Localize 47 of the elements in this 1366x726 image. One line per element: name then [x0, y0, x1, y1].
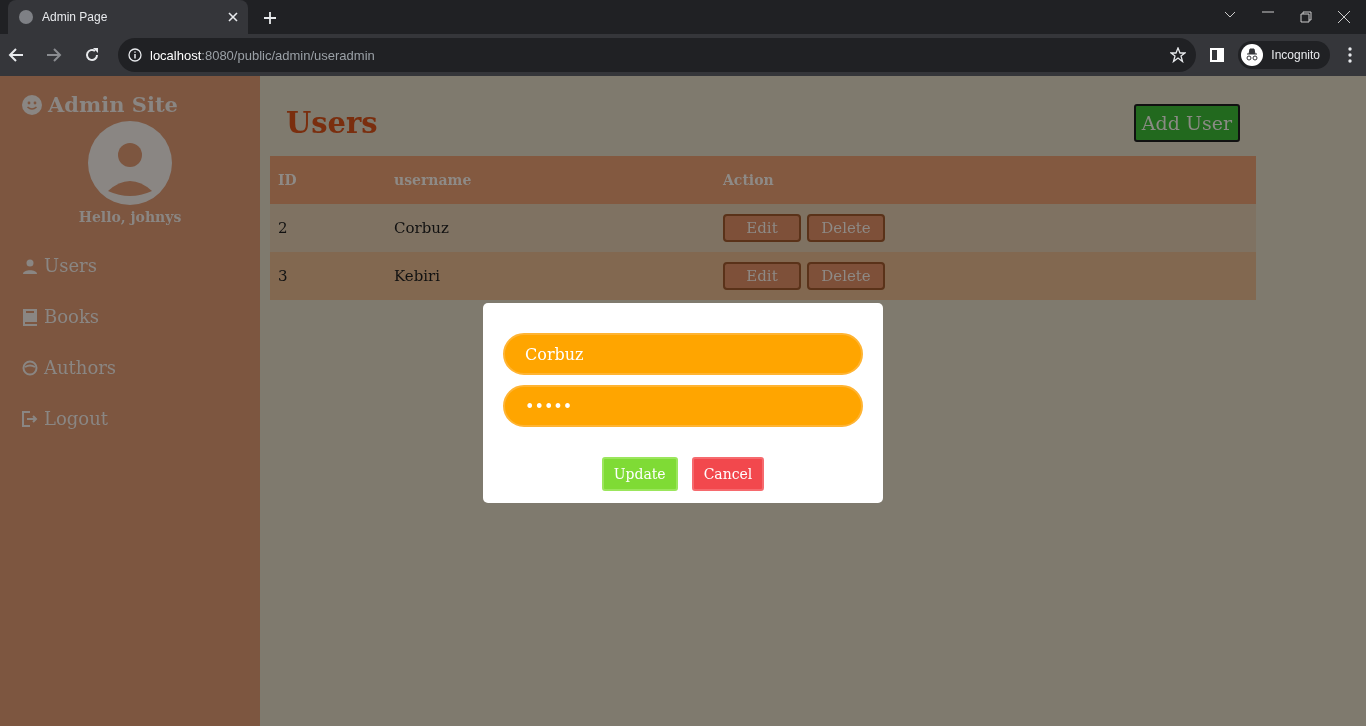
info-icon — [128, 48, 142, 62]
avatar-icon — [88, 121, 172, 205]
book-icon — [22, 307, 38, 326]
cancel-button[interactable]: Cancel — [691, 457, 765, 491]
person-icon — [22, 257, 38, 274]
column-header: ID — [270, 156, 386, 204]
nav-link[interactable]: Books — [44, 306, 100, 327]
menu-icon[interactable] — [1348, 47, 1352, 63]
nav-link[interactable]: Authors — [44, 357, 117, 378]
browser-tab[interactable]: Admin Page — [8, 0, 248, 34]
close-icon[interactable] — [228, 12, 238, 22]
chevron-down-icon[interactable] — [1224, 11, 1236, 19]
delete-button[interactable]: Delete — [807, 214, 885, 242]
update-button[interactable]: Update — [601, 457, 678, 491]
profile-button[interactable]: Incognito — [1238, 41, 1330, 69]
reload-icon[interactable] — [84, 47, 100, 63]
edit-button[interactable]: Edit — [723, 214, 801, 242]
table-cell: 3 — [270, 252, 386, 300]
forward-arrow-icon[interactable] — [46, 47, 62, 63]
delete-button[interactable]: Delete — [807, 262, 885, 290]
logout-icon — [22, 410, 38, 427]
incognito-icon — [1241, 44, 1264, 66]
restore-icon[interactable] — [1300, 11, 1312, 23]
close-window-icon[interactable] — [1338, 11, 1350, 23]
table-cell: 2 — [270, 204, 386, 252]
url-text: localhost:8080/public/admin/useradmin — [150, 47, 375, 63]
column-header: username — [386, 156, 715, 204]
face-icon — [22, 359, 38, 376]
tab-title: Admin Page — [42, 10, 109, 24]
star-icon[interactable] — [1170, 47, 1187, 63]
password-field[interactable]: ••••• — [503, 385, 863, 427]
column-header: Action — [715, 156, 1256, 204]
greeting-text: Hello, johnys — [78, 209, 182, 225]
site-title: Admin Site — [48, 92, 178, 117]
address-bar[interactable]: localhost:8080/public/admin/useradmin — [118, 38, 1197, 72]
new-tab-icon[interactable] — [264, 12, 276, 24]
smiley-icon — [22, 94, 42, 115]
back-arrow-icon[interactable] — [8, 47, 24, 63]
table-cell: Corbuz — [386, 204, 715, 252]
table-cell: Kebiri — [386, 252, 715, 300]
username-field[interactable]: Corbuz — [503, 333, 863, 375]
nav-link[interactable]: Users — [44, 255, 97, 276]
add-user-button[interactable]: Add User — [1133, 104, 1240, 142]
nav-link[interactable]: Logout — [44, 408, 108, 429]
side-panel-icon[interactable] — [1210, 48, 1225, 62]
page-heading: Users — [286, 106, 378, 140]
edit-button[interactable]: Edit — [723, 262, 801, 290]
